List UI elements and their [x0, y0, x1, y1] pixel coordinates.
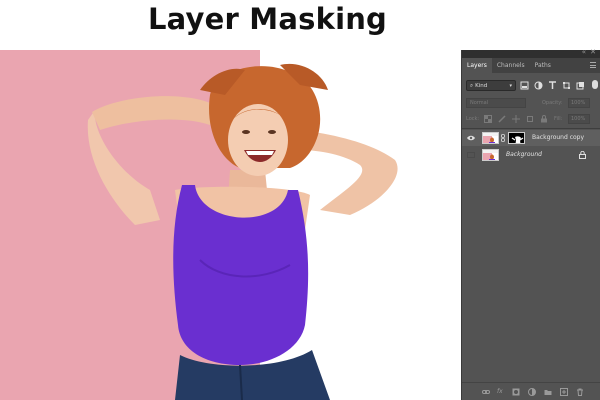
- lock-position-icon[interactable]: [512, 115, 520, 123]
- layers-panel: « ✕ Layers Channels Paths ⌕ Kind ▾ Normal…: [461, 48, 600, 400]
- blend-row: Normal Opacity: 100%: [462, 96, 600, 110]
- panel-titlebar: « ✕: [462, 48, 600, 58]
- tab-layers[interactable]: Layers: [462, 58, 492, 73]
- chevron-down-icon: ▾: [509, 83, 512, 89]
- layer-thumbnail[interactable]: [482, 149, 499, 161]
- tab-paths[interactable]: Paths: [530, 58, 556, 73]
- link-icon[interactable]: [482, 388, 490, 396]
- face: [228, 104, 288, 176]
- layer-filter-row: ⌕ Kind ▾: [462, 78, 600, 94]
- filter-toggle-switch[interactable]: [592, 80, 598, 89]
- visibility-toggle[interactable]: [467, 152, 475, 158]
- layer-name: Background copy: [532, 134, 585, 141]
- lock-all-icon[interactable]: [540, 115, 548, 123]
- fx-icon[interactable]: fx: [497, 388, 505, 396]
- pixel-filter-icon[interactable]: [520, 81, 529, 90]
- collapse-icon[interactable]: «: [582, 48, 586, 56]
- filter-kind-label: Kind: [475, 83, 488, 89]
- lock-label: Lock:: [466, 116, 480, 122]
- panel-menu-icon[interactable]: [590, 62, 596, 68]
- layer-row-background-copy[interactable]: Background copy: [462, 130, 600, 146]
- shape-filter-icon[interactable]: [562, 81, 571, 90]
- lock-artboard-icon[interactable]: [526, 115, 534, 123]
- lock-row: Lock: Fill: 100%: [462, 112, 600, 126]
- blend-mode-select[interactable]: Normal: [466, 98, 526, 108]
- lock-icon[interactable]: [579, 151, 586, 159]
- trash-icon[interactable]: [576, 388, 584, 396]
- folder-icon[interactable]: [544, 388, 552, 396]
- panel-bottom-toolbar: fx: [462, 382, 600, 400]
- layer-row-background[interactable]: Background: [462, 147, 600, 163]
- adjustment-filter-icon[interactable]: [534, 81, 543, 90]
- layer-name: Background: [506, 151, 542, 158]
- mask-icon[interactable]: [512, 388, 520, 396]
- opacity-label: Opacity:: [542, 100, 563, 106]
- link-chain-icon[interactable]: [501, 134, 505, 142]
- divider: [462, 128, 600, 129]
- fill-label: Fill:: [554, 116, 563, 122]
- lock-transparent-icon[interactable]: [484, 115, 492, 123]
- masked-photo: [0, 50, 420, 400]
- search-icon: ⌕: [470, 83, 474, 89]
- page-title: Layer Masking: [147, 2, 388, 36]
- close-icon[interactable]: ✕: [590, 48, 596, 56]
- adjustment-icon[interactable]: [528, 388, 536, 396]
- layer-mask-thumbnail[interactable]: [508, 132, 525, 144]
- panel-tabs: Layers Channels Paths: [462, 58, 600, 73]
- fill-field[interactable]: 100%: [568, 114, 590, 124]
- layer-thumbnail[interactable]: [482, 132, 499, 144]
- tab-channels[interactable]: Channels: [492, 58, 530, 73]
- opacity-field[interactable]: 100%: [568, 98, 590, 108]
- smart-object-filter-icon[interactable]: [576, 81, 585, 90]
- lock-pixels-icon[interactable]: [498, 115, 506, 123]
- eye-icon[interactable]: [467, 135, 475, 141]
- new-layer-icon[interactable]: [560, 388, 568, 396]
- filter-kind-select[interactable]: ⌕ Kind ▾: [466, 80, 516, 91]
- type-filter-icon[interactable]: [548, 81, 557, 90]
